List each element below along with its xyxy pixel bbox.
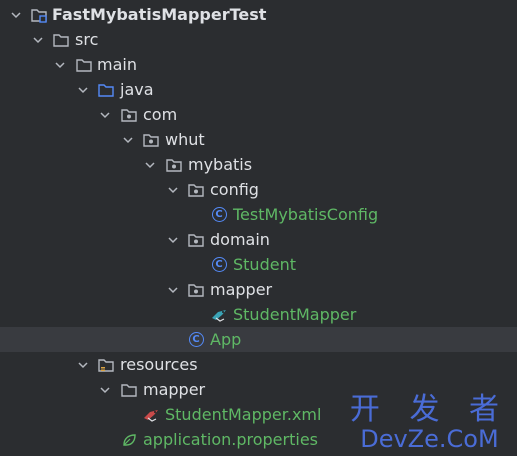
package-icon: [165, 156, 183, 174]
chevron-down-icon[interactable]: [120, 132, 136, 148]
tree-label-whut: whut: [165, 130, 205, 149]
package-icon: [120, 106, 138, 124]
tree-label-student-mapper: StudentMapper: [233, 305, 357, 324]
tree-row-main[interactable]: main: [0, 52, 517, 77]
chevron-down-icon[interactable]: [165, 232, 181, 248]
folder-icon: [120, 381, 138, 399]
tree-label-resources: resources: [120, 355, 198, 374]
package-icon: [187, 231, 205, 249]
mybatis-xml-bird-icon: [142, 406, 160, 424]
tree-label-app: App: [210, 330, 242, 349]
tree-label-student: Student: [233, 255, 296, 274]
mybatis-bird-icon: [210, 306, 228, 324]
tree-label-main: main: [97, 55, 137, 74]
chevron-down-icon[interactable]: [52, 57, 68, 73]
tree-row-com[interactable]: com: [0, 102, 517, 127]
tree-label-application-properties: application.properties: [143, 430, 318, 449]
chevron-down-icon[interactable]: [30, 32, 46, 48]
chevron-down-icon[interactable]: [75, 82, 91, 98]
tree-label-mapper-package: mapper: [210, 280, 273, 299]
tree-row-domain[interactable]: domain: [0, 227, 517, 252]
tree-row-app[interactable]: C App: [0, 327, 517, 352]
chevron-down-icon[interactable]: [97, 382, 113, 398]
source-folder-icon: [97, 81, 115, 99]
resources-folder-icon: [97, 356, 115, 374]
chevron-down-icon[interactable]: [165, 282, 181, 298]
class-icon: C: [187, 331, 205, 349]
class-icon: C: [210, 256, 228, 274]
tree-row-mybatis[interactable]: mybatis: [0, 152, 517, 177]
tree-row-student[interactable]: C Student: [0, 252, 517, 277]
tree-row-resources[interactable]: resources: [0, 352, 517, 377]
package-icon: [187, 181, 205, 199]
package-icon: [187, 281, 205, 299]
tree-row-whut[interactable]: whut: [0, 127, 517, 152]
tree-row-mapper-package[interactable]: mapper: [0, 277, 517, 302]
package-icon: [142, 131, 160, 149]
chevron-down-icon[interactable]: [142, 157, 158, 173]
watermark-line2: DevZe.CoM: [360, 425, 499, 453]
tree-row-test-mybatis-config[interactable]: C TestMybatisConfig: [0, 202, 517, 227]
watermark-line1: 开 发 者: [349, 392, 509, 427]
watermark-logo: 开 发 者 DevZe.CoM: [349, 392, 509, 453]
module-folder-icon: [30, 6, 48, 24]
tree-label-java: java: [120, 80, 154, 99]
class-icon: C: [210, 206, 228, 224]
tree-row-root[interactable]: FastMybatisMapperTest: [0, 2, 517, 27]
chevron-down-icon[interactable]: [97, 107, 113, 123]
tree-row-java[interactable]: java: [0, 77, 517, 102]
tree-label-src: src: [75, 30, 99, 49]
tree-label-mapper-resources: mapper: [143, 380, 206, 399]
tree-row-src[interactable]: src: [0, 27, 517, 52]
folder-icon: [52, 31, 70, 49]
tree-label-config: config: [210, 180, 259, 199]
spring-leaf-icon: [120, 431, 138, 449]
tree-label-domain: domain: [210, 230, 270, 249]
tree-row-config[interactable]: config: [0, 177, 517, 202]
tree-row-student-mapper[interactable]: StudentMapper: [0, 302, 517, 327]
tree-label-root: FastMybatisMapperTest: [52, 5, 267, 24]
chevron-down-icon[interactable]: [8, 7, 24, 23]
chevron-down-icon[interactable]: [75, 357, 91, 373]
tree-label-com: com: [143, 105, 178, 124]
tree-label-test-mybatis-config: TestMybatisConfig: [233, 205, 379, 224]
chevron-down-icon[interactable]: [165, 182, 181, 198]
tree-label-student-mapper-xml: StudentMapper.xml: [165, 405, 322, 424]
tree-label-mybatis: mybatis: [188, 155, 253, 174]
folder-icon: [75, 56, 93, 74]
